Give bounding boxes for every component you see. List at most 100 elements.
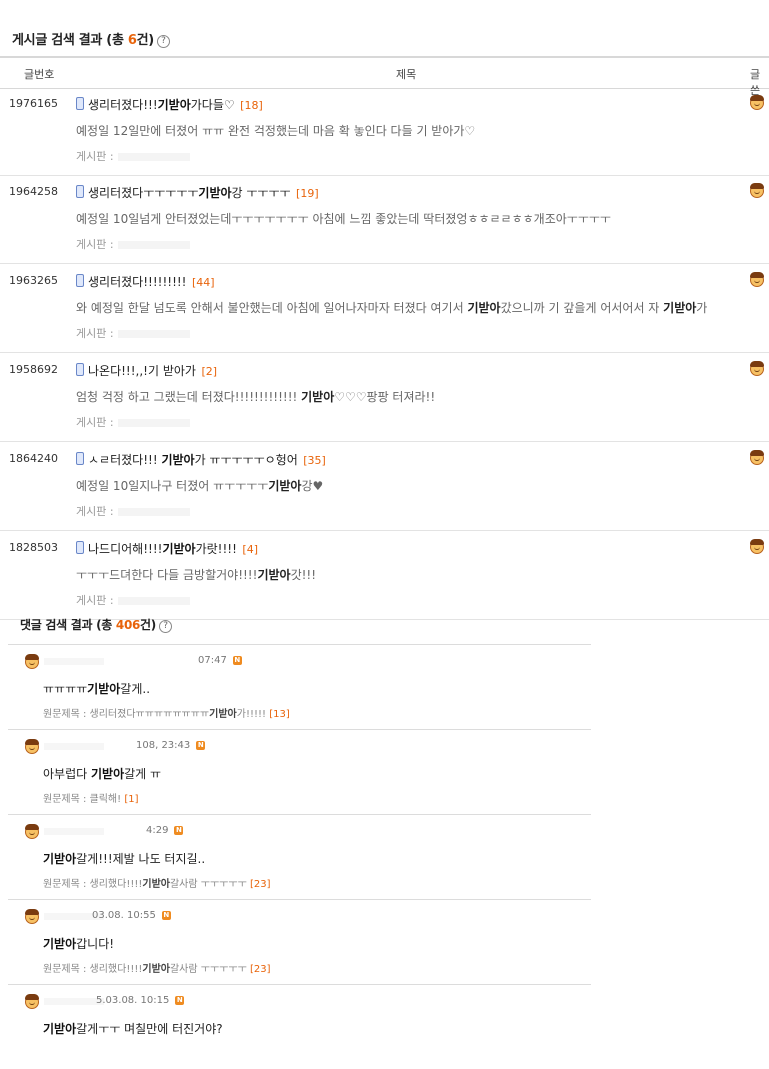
- board-label: 게시판 :: [76, 416, 114, 429]
- board-label: 게시판 :: [76, 594, 114, 607]
- post-title-link[interactable]: 생리터졌다ㅜㅜㅜㅜㅜ기받아강 ㅜㅜㅜㅜ [19]: [76, 184, 319, 201]
- mobile-icon: [76, 541, 84, 554]
- post-title-segment: 가랏!!!!: [195, 542, 237, 556]
- post-snippet-segment: 엄청 걱정 하고 그랬는데 터졌다!!!!!!!!!!!!!: [76, 390, 302, 404]
- post-number: 1828503: [9, 541, 58, 554]
- comment-source-segment: 갈사람 ㅜㅜㅜㅜㅜ: [169, 879, 250, 890]
- post-board: 게시판 :: [76, 236, 190, 252]
- post-board: 게시판 :: [76, 148, 190, 164]
- post-snippet-segment: 예정일 10일지나구 터졌어 ㅠㅜㅜㅜㅜ: [76, 479, 269, 493]
- comment-count[interactable]: [4]: [239, 543, 258, 556]
- post-title-link[interactable]: 나드디어해!!!!기받아가랏!!!! [4]: [76, 540, 258, 557]
- commenter-avatar-icon: [25, 654, 39, 669]
- comment-count[interactable]: [35]: [300, 454, 326, 467]
- col-header-number: 글번호: [24, 68, 55, 81]
- post-snippet-segment: 예정일 12일만에 터졌어 ㅠㅠ 완전 걱정했는데 마음 확 놓인다 다들 기 …: [76, 124, 476, 138]
- post-snippet-segment: 갔으니까 기 갚을게 어서어서 자: [500, 301, 664, 315]
- post-number: 1964258: [9, 185, 58, 198]
- post-title-link[interactable]: 생리터졌다!!!기받아가다들♡ [18]: [76, 96, 263, 113]
- comment-source-keyword: 기받아: [209, 709, 237, 720]
- source-comment-count[interactable]: [13]: [269, 709, 290, 720]
- board-name-redacted: [117, 153, 190, 161]
- comment-date: 4:29 N: [146, 825, 184, 836]
- help-icon[interactable]: ?: [158, 620, 172, 633]
- post-row: 1828503 나드디어해!!!!기받아가랏!!!! [4] ㅜㅜㅜ드뎌한다 다들 …: [0, 531, 769, 620]
- source-comment-count[interactable]: [23]: [250, 964, 271, 975]
- comment-count[interactable]: [2]: [198, 365, 217, 378]
- posts-count: 6: [127, 33, 137, 48]
- post-snippet: 예정일 10일지나구 터졌어 ㅠㅜㅜㅜㅜ기받아강♥: [76, 477, 323, 494]
- comment-source-segment: 원문제목 : 클릭해!: [43, 794, 125, 805]
- comment-date-text: 108, 23:43: [136, 740, 191, 751]
- comment-count[interactable]: [18]: [237, 99, 263, 112]
- help-icon[interactable]: ?: [156, 35, 170, 48]
- post-title-keyword: 기받아: [162, 542, 196, 556]
- comment-count[interactable]: [44]: [189, 276, 215, 289]
- post-row: 1976165 생리터졌다!!!기받아가다들♡ [18] 예정일 12일만에 터졌어…: [0, 87, 769, 176]
- posts-table-header: 글번호 제목 글쓴: [0, 56, 769, 97]
- post-title-segment: 생리터졌다ㅜㅜㅜㅜㅜ: [88, 186, 199, 200]
- mobile-icon: [76, 452, 84, 465]
- post-title-link[interactable]: ㅅㄹ터졌다!!! 기받아가 ㅠㅜㅜㅜㅜㅇ헝어 [35]: [76, 451, 326, 468]
- comment-text-keyword: 기받아: [43, 1022, 77, 1036]
- post-snippet-segment: 강♥: [301, 479, 324, 493]
- post-snippet-segment: ㅜㅜㅜ드뎌한다 다들 금방할거야!!!!: [76, 568, 258, 582]
- post-number: 1864240: [9, 452, 58, 465]
- comment-count[interactable]: [19]: [293, 187, 319, 200]
- posts-title-suffix: 건): [136, 33, 155, 48]
- comment-source-link[interactable]: 원문제목 : 클릭해! [1]: [43, 790, 139, 805]
- new-badge-icon: N: [175, 996, 185, 1005]
- comment-text-keyword: 기받아: [43, 937, 77, 951]
- post-title-keyword: 기받아: [157, 98, 191, 112]
- post-title-keyword: 기받아: [161, 453, 195, 467]
- commenter-avatar-icon: [25, 994, 39, 1009]
- author-avatar-icon: [750, 450, 764, 465]
- author-avatar-icon: [750, 272, 764, 287]
- post-row: 1864240 ㅅㄹ터졌다!!! 기받아가 ㅠㅜㅜㅜㅜㅇ헝어 [35] 예정일 10…: [0, 442, 769, 531]
- comments-title-suffix: 건): [140, 618, 156, 632]
- source-comment-count[interactable]: [23]: [250, 879, 271, 890]
- post-number: 1958692: [9, 363, 58, 376]
- comment-text-segment: ㅠㅠㅠㅠ: [43, 682, 88, 696]
- comment-source-link[interactable]: 원문제목 : 생리했다!!!!기받아갈사람 ㅜㅜㅜㅜㅜ [23]: [43, 960, 270, 975]
- comment-text: 기받아갈게ㅜㅜ 며칠만에 터진거야?: [43, 1020, 223, 1037]
- comment-item: 108, 23:43 N 아부럽다 기받아갈게 ㅠ 원문제목 : 클릭해! [1]: [8, 729, 591, 814]
- board-name-redacted: [117, 597, 190, 605]
- comment-text: 기받아갑니다!: [43, 935, 114, 952]
- comment-source-link[interactable]: 원문제목 : 생리했다!!!!기받아갈사람 ㅜㅜㅜㅜㅜ [23]: [43, 875, 270, 890]
- comment-date-text: 5.03.08. 10:15: [96, 995, 170, 1006]
- post-title-link[interactable]: 생리터졌다!!!!!!!!! [44]: [76, 273, 215, 290]
- author-avatar-icon: [750, 183, 764, 198]
- author-avatar-icon: [750, 95, 764, 110]
- comments-count: 406: [115, 618, 141, 632]
- new-badge-icon: N: [174, 826, 184, 835]
- comment-item: 5.03.08. 10:15 N 기받아갈게ㅜㅜ 며칠만에 터진거야?: [8, 984, 591, 1069]
- post-title-link[interactable]: 나온다!!!,,!기 받아가 [2]: [76, 362, 217, 379]
- comment-source-link[interactable]: 원문제목 : 생리터졌다ㅠㅠㅠㅠㅠㅠㅠㅠ기받아가!!!!! [13]: [43, 705, 290, 720]
- post-title-segment: ㅅㄹ터졌다!!!: [88, 453, 162, 467]
- comments-section-title: 댓글 검색 결과 (총 406건)?: [20, 616, 172, 633]
- comment-text-keyword: 기받아: [90, 767, 125, 781]
- post-snippet-keyword: 기받아: [467, 301, 501, 315]
- post-title-segment: 강 ㅜㅜㅜㅜ: [231, 186, 291, 200]
- post-row: 1958692 나온다!!!,,!기 받아가 [2] 엄청 걱정 하고 그랬는데 터…: [0, 353, 769, 442]
- comment-date: 5.03.08. 10:15 N: [96, 995, 185, 1006]
- board-name-redacted: [117, 419, 190, 427]
- comment-date: 03.08. 10:55 N: [92, 910, 171, 921]
- commenter-name-redacted: [44, 998, 104, 1005]
- post-snippet-segment: 갓!!!: [290, 568, 317, 582]
- commenter-name-redacted: [44, 828, 104, 835]
- source-comment-count[interactable]: [1]: [124, 794, 138, 805]
- post-row: 1963265 생리터졌다!!!!!!!!! [44] 와 예정일 한달 넘도록 안…: [0, 264, 769, 353]
- commenter-name-redacted: [44, 658, 104, 665]
- new-badge-icon: N: [161, 911, 171, 920]
- board-name-redacted: [117, 330, 190, 338]
- post-snippet-keyword: 기받아: [663, 301, 697, 315]
- comment-text: 기받아갈게!!!제발 나도 터지길..: [43, 850, 205, 867]
- comment-text-segment: 갈게..: [120, 682, 151, 696]
- comment-item: 03.08. 10:55 N 기받아갑니다! 원문제목 : 생리했다!!!!기받아갈사…: [8, 899, 591, 984]
- post-board: 게시판 :: [76, 414, 190, 430]
- board-label: 게시판 :: [76, 150, 114, 163]
- col-header-subject: 제목: [396, 68, 417, 81]
- comment-date-text: 4:29: [146, 825, 169, 836]
